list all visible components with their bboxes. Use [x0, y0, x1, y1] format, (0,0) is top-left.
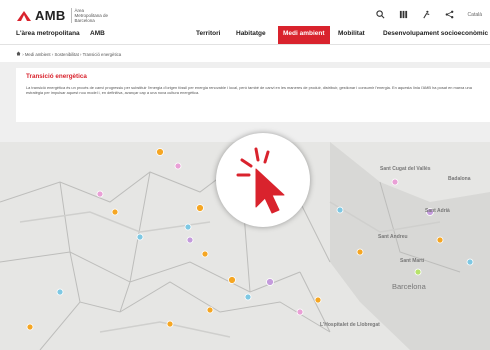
- share-icon[interactable]: [445, 10, 454, 19]
- logo-subtitle: Àrea Metropolitana de Barcelona: [70, 8, 111, 23]
- header-tools: Català: [375, 10, 482, 19]
- search-icon[interactable]: [375, 10, 385, 19]
- nav-item-territori[interactable]: Territori: [196, 30, 220, 37]
- breadcrumb-item[interactable]: Medi ambient: [25, 52, 51, 57]
- accessibility-icon[interactable]: [422, 10, 431, 19]
- section-title: Transició energètica: [26, 73, 87, 80]
- map-label: Sant Martí: [400, 258, 425, 264]
- section-description: La transició energètica és un procés de …: [26, 85, 472, 96]
- click-overlay: [216, 133, 310, 227]
- breadcrumb: › Medi ambient › Sostenibilitat › Transi…: [16, 51, 121, 57]
- amb-logo[interactable]: AMB Àrea Metropolitana de Barcelona: [16, 8, 111, 23]
- map-label: Sant Cugat del Vallès: [380, 166, 431, 172]
- map-label: Sant Adrià: [425, 208, 450, 214]
- map-city-label: Barcelona: [392, 282, 426, 291]
- home-icon[interactable]: [16, 51, 21, 56]
- click-cursor-icon: [236, 147, 285, 214]
- language-selector[interactable]: Català: [468, 12, 482, 18]
- nav-item-medi-ambient[interactable]: Medi ambient: [278, 26, 330, 44]
- nav-item-habitatge[interactable]: Habitatge: [236, 30, 266, 37]
- map-label: Badalona: [448, 176, 471, 182]
- map-label: L'Hospitalet de Llobregat: [320, 322, 380, 328]
- nav-item-mobilitat[interactable]: Mobilitat: [338, 30, 365, 37]
- main-nav: L'àrea metropolitana AMB Territori Habit…: [0, 26, 490, 45]
- breadcrumb-current: Transició energètica: [82, 52, 122, 57]
- nav-item-amb[interactable]: AMB: [90, 30, 105, 37]
- grid-icon[interactable]: [399, 10, 408, 19]
- nav-item-area[interactable]: L'àrea metropolitana: [16, 30, 80, 37]
- breadcrumb-item[interactable]: Sostenibilitat: [54, 52, 78, 57]
- nav-item-desenvolupament[interactable]: Desenvolupament socioeconòmic: [383, 30, 488, 37]
- map-label: Sant Andreu: [378, 234, 408, 240]
- logo-mark-icon: [17, 10, 31, 21]
- intro-card: Transició energètica La transició energè…: [16, 68, 490, 122]
- logo-text: AMB: [35, 8, 66, 23]
